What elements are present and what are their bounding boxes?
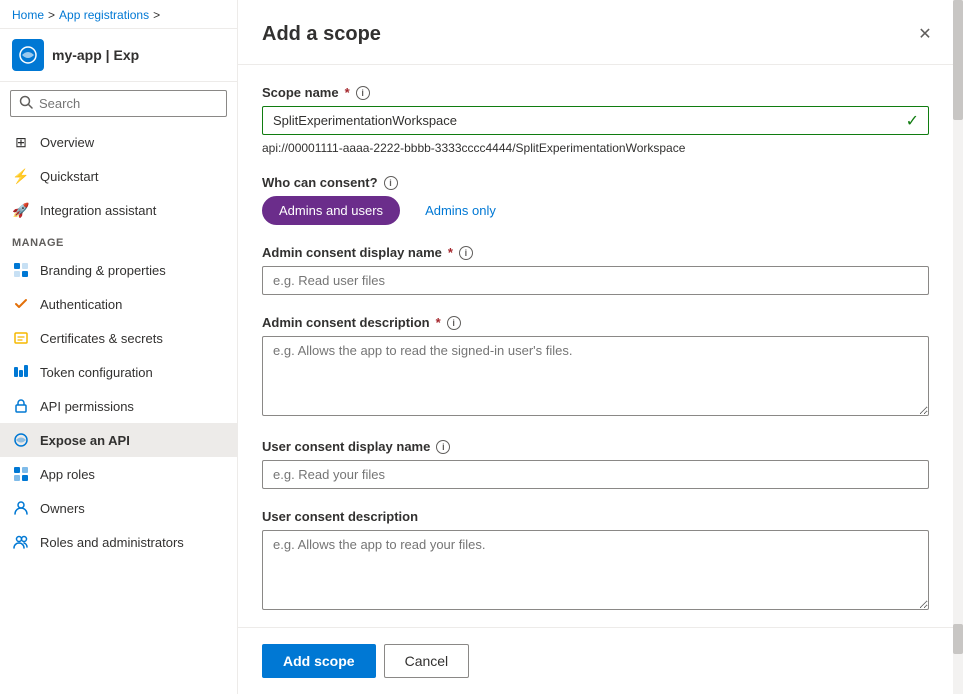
sidebar-item-certificates[interactable]: Certificates & secrets: [0, 321, 237, 355]
consent-field: Who can consent? i Admins and users Admi…: [262, 175, 929, 225]
breadcrumb-app-registrations[interactable]: App registrations: [59, 8, 149, 22]
consent-label: Who can consent? i: [262, 175, 929, 190]
scope-name-info-icon[interactable]: i: [356, 86, 370, 100]
user-consent-display-name-input[interactable]: [262, 460, 929, 489]
sidebar-item-overview[interactable]: ⊞ Overview: [0, 125, 237, 159]
sidebar-item-authentication[interactable]: Authentication: [0, 287, 237, 321]
admin-consent-display-name-label: Admin consent display name * i: [262, 245, 929, 260]
sidebar-item-roles-admins-label: Roles and administrators: [40, 535, 184, 550]
sidebar-item-app-roles-label: App roles: [40, 467, 95, 482]
user-consent-description-label: User consent description: [262, 509, 929, 524]
sidebar-item-integration[interactable]: 🚀 Integration assistant: [0, 193, 237, 227]
api-url-display: api://00001111-aaaa-2222-bbbb-3333cccc44…: [262, 141, 929, 155]
sidebar-item-expose-api[interactable]: Expose an API: [0, 423, 237, 457]
search-box[interactable]: [10, 90, 227, 117]
admin-consent-display-info-icon[interactable]: i: [459, 246, 473, 260]
panel-title: Add a scope: [262, 23, 381, 46]
user-consent-display-name-field: User consent display name i: [262, 439, 929, 489]
authentication-icon: [12, 295, 30, 313]
app-header: my-app | Exp: [0, 29, 237, 82]
admins-users-button[interactable]: Admins and users: [262, 196, 400, 225]
search-input[interactable]: [39, 96, 218, 111]
scope-name-label: Scope name * i: [262, 85, 929, 100]
roles-admins-icon: [12, 533, 30, 551]
sidebar-item-authentication-label: Authentication: [40, 297, 122, 312]
sidebar-item-api-permissions[interactable]: API permissions: [0, 389, 237, 423]
scope-name-field: Scope name * i ✓ api://00001111-aaaa-222…: [262, 85, 929, 155]
admin-consent-description-field: Admin consent description * i: [262, 315, 929, 419]
sidebar-item-quickstart[interactable]: ⚡ Quickstart: [0, 159, 237, 193]
branding-icon: [12, 261, 30, 279]
panel-header: Add a scope ✕: [238, 0, 963, 65]
admin-consent-description-label: Admin consent description * i: [262, 315, 929, 330]
api-permissions-icon: [12, 397, 30, 415]
sidebar-item-overview-label: Overview: [40, 135, 94, 150]
sidebar-item-roles-admins[interactable]: Roles and administrators: [0, 525, 237, 559]
scope-name-input-wrapper: ✓: [262, 106, 929, 135]
breadcrumb-sep2: >: [153, 8, 160, 22]
app-icon: [12, 39, 44, 71]
app-roles-icon: [12, 465, 30, 483]
consent-info-icon[interactable]: i: [384, 176, 398, 190]
sidebar-item-owners-label: Owners: [40, 501, 85, 516]
sidebar-item-api-permissions-label: API permissions: [40, 399, 134, 414]
sidebar-item-token-label: Token configuration: [40, 365, 153, 380]
certificates-icon: [12, 329, 30, 347]
panel-footer: Add scope Cancel: [238, 627, 963, 694]
admin-consent-display-name-input[interactable]: [262, 266, 929, 295]
user-consent-description-field: User consent description: [262, 509, 929, 613]
consent-options: Admins and users Admins only: [262, 196, 929, 225]
nav-section: ⊞ Overview ⚡ Quickstart 🚀 Integration as…: [0, 125, 237, 694]
sidebar-item-app-roles[interactable]: App roles: [0, 457, 237, 491]
required-marker-2: *: [448, 245, 453, 260]
sidebar-item-integration-label: Integration assistant: [40, 203, 156, 218]
cancel-button[interactable]: Cancel: [384, 644, 470, 678]
sidebar-item-branding-label: Branding & properties: [40, 263, 166, 278]
expose-api-icon: [12, 431, 30, 449]
integration-icon: 🚀: [12, 201, 30, 219]
admin-consent-desc-info-icon[interactable]: i: [447, 316, 461, 330]
add-scope-button[interactable]: Add scope: [262, 644, 376, 678]
close-button[interactable]: ✕: [911, 20, 939, 48]
add-scope-panel: Add a scope ✕ Scope name * i ✓ api://000…: [238, 0, 963, 694]
search-icon: [19, 95, 33, 112]
scope-name-input[interactable]: [262, 106, 929, 135]
scrollbar-thumb-bottom: [953, 624, 963, 654]
sidebar-item-expose-api-label: Expose an API: [40, 433, 130, 448]
breadcrumb-sep1: >: [48, 8, 55, 22]
sidebar-item-token-config[interactable]: Token configuration: [0, 355, 237, 389]
panel-body: Scope name * i ✓ api://00001111-aaaa-222…: [238, 65, 963, 627]
sidebar: Home > App registrations > my-app | Exp …: [0, 0, 238, 694]
token-icon: [12, 363, 30, 381]
overview-icon: ⊞: [12, 133, 30, 151]
manage-section-label: Manage: [0, 227, 237, 253]
user-consent-display-name-label: User consent display name i: [262, 439, 929, 454]
user-consent-description-input[interactable]: [262, 530, 929, 610]
required-marker-3: *: [436, 315, 441, 330]
scrollbar-thumb-top: [953, 0, 963, 120]
breadcrumb: Home > App registrations >: [0, 0, 237, 29]
quickstart-icon: ⚡: [12, 167, 30, 185]
user-consent-display-info-icon[interactable]: i: [436, 440, 450, 454]
required-marker: *: [345, 85, 350, 100]
sidebar-item-owners[interactable]: Owners: [0, 491, 237, 525]
owners-icon: [12, 499, 30, 517]
admin-consent-description-input[interactable]: [262, 336, 929, 416]
sidebar-item-branding[interactable]: Branding & properties: [0, 253, 237, 287]
sidebar-item-quickstart-label: Quickstart: [40, 169, 99, 184]
breadcrumb-home[interactable]: Home: [12, 8, 44, 22]
admins-only-button[interactable]: Admins only: [408, 196, 513, 225]
admin-consent-display-name-field: Admin consent display name * i: [262, 245, 929, 295]
main-content: Add a scope ✕ Scope name * i ✓ api://000…: [238, 0, 963, 694]
panel-scrollbar[interactable]: [953, 0, 963, 694]
sidebar-item-certificates-label: Certificates & secrets: [40, 331, 163, 346]
app-title: my-app | Exp: [52, 47, 139, 63]
valid-checkmark: ✓: [906, 111, 919, 131]
